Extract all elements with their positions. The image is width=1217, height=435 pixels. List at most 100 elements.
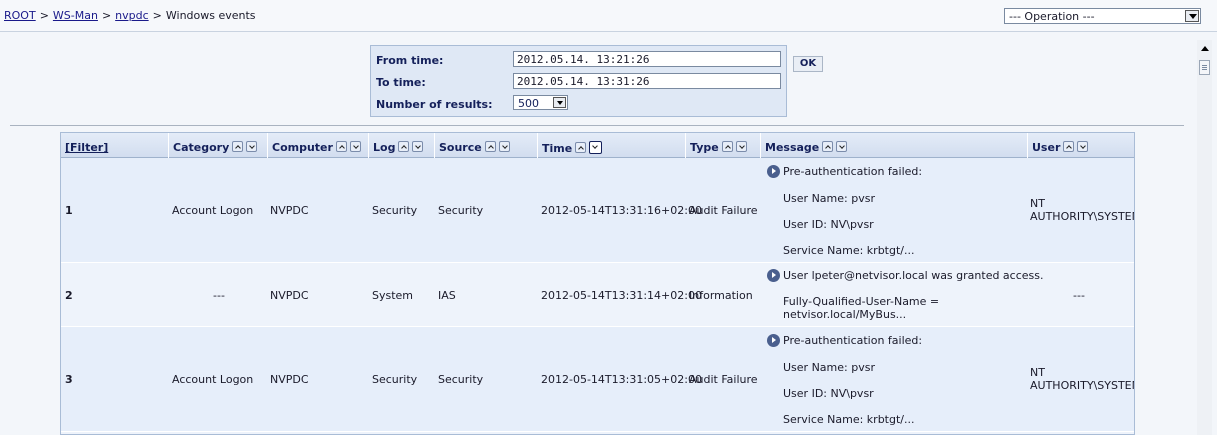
chevron-down-icon[interactable] — [1185, 10, 1199, 22]
vertical-scrollbar[interactable] — [1197, 40, 1212, 435]
user-cell-line: NT — [1030, 366, 1045, 379]
sort-asc-icon[interactable] — [721, 141, 733, 152]
column-label: User — [1032, 141, 1061, 154]
column-label: Source — [439, 141, 482, 154]
column-header-time: Time — [538, 133, 686, 158]
computer-cell: NVPDC — [270, 204, 309, 217]
category-cell: Account Logon — [172, 373, 254, 386]
column-label: Computer — [272, 141, 333, 154]
filter-header: [Filter] — [61, 133, 169, 158]
sort-asc-icon[interactable] — [335, 141, 347, 152]
computer-cell: NVPDC — [270, 373, 309, 386]
scroll-thumb[interactable] — [1199, 60, 1210, 75]
row-number: 3 — [65, 373, 73, 386]
column-header-type: Type — [686, 133, 761, 158]
breadcrumb-separator: > — [39, 9, 49, 22]
operation-select[interactable]: --- Operation --- — [1004, 8, 1201, 24]
log-cell: System — [372, 289, 414, 302]
results-label: Number of results: — [376, 98, 493, 111]
message-line: Service Name: krbtgt/... — [783, 413, 915, 426]
table-header: [Filter] Category Computer Log Source Ti… — [61, 133, 1134, 158]
sort-desc-icon[interactable] — [498, 141, 510, 152]
breadcrumb-wsman-link[interactable]: WS-Man — [53, 9, 98, 22]
sort-desc-icon[interactable] — [412, 141, 424, 152]
sort-desc-icon[interactable] — [1077, 141, 1089, 152]
chevron-down-icon[interactable] — [553, 97, 566, 108]
log-cell: Security — [372, 373, 418, 386]
results-select[interactable]: 500 — [513, 95, 568, 110]
table-row[interactable]: 3 Account Logon NVPDC Security Security … — [61, 327, 1134, 432]
sort-desc-icon[interactable] — [349, 141, 361, 152]
user-cell-line: AUTHORITY\SYSTEM — [1030, 210, 1135, 223]
source-cell: Security — [438, 373, 484, 386]
expand-arrow-icon[interactable] — [767, 334, 780, 347]
sort-desc-icon[interactable] — [735, 141, 747, 152]
sort-desc-icon[interactable] — [836, 141, 848, 152]
log-cell: Security — [372, 204, 418, 217]
filter-link[interactable]: [Filter] — [65, 141, 108, 154]
divider — [10, 125, 1184, 126]
time-cell: 2012-05-14T13:31:05+02:00 — [541, 373, 702, 386]
type-cell: Audit Failure — [689, 373, 758, 386]
column-header-computer: Computer — [268, 133, 369, 158]
breadcrumb-nvpdc-link[interactable]: nvpdc — [115, 9, 149, 22]
table-row[interactable]: --- 2 NVPDC System IAS 2012-05-14T13:31:… — [61, 263, 1134, 327]
scroll-up-arrow-icon[interactable] — [1201, 46, 1209, 51]
user-cell-line: NT — [1030, 197, 1045, 210]
message-line: Fully-Qualified-User-Name = — [783, 295, 940, 308]
message-line: Pre-authentication failed: — [783, 334, 923, 347]
ok-button[interactable]: OK — [793, 56, 823, 72]
from-time-label: From time: — [376, 54, 444, 67]
column-label: Message — [765, 141, 820, 154]
breadcrumb-root-link[interactable]: ROOT — [4, 9, 36, 22]
column-header-source: Source — [435, 133, 538, 158]
type-cell: Information — [689, 289, 753, 302]
from-time-input[interactable] — [513, 51, 781, 67]
breadcrumb-separator: > — [152, 9, 162, 22]
time-filter-panel: From time: To time: Number of results: 5… — [370, 45, 787, 117]
operation-select-value: --- Operation --- — [1009, 10, 1095, 23]
top-bar: ROOT > WS-Man > nvpdc > Windows events --- Ope… — [0, 0, 1217, 32]
sort-desc-icon[interactable] — [246, 141, 258, 152]
category-cell: --- — [213, 289, 225, 302]
row-number: 1 — [65, 204, 73, 217]
sort-desc-active-icon[interactable] — [589, 141, 603, 154]
message-line: User ID: NV\pvsr — [783, 387, 874, 400]
message-line: User Name: pvsr — [783, 361, 875, 374]
sort-asc-icon[interactable] — [575, 142, 587, 153]
expand-arrow-icon[interactable] — [767, 165, 780, 178]
message-line: netvisor.local/MyBus... — [783, 308, 907, 321]
type-cell: Audit Failure — [689, 204, 758, 217]
user-cell-line: --- — [1073, 289, 1085, 302]
sort-asc-icon[interactable] — [822, 141, 834, 152]
expand-arrow-icon[interactable] — [767, 269, 780, 282]
category-cell: Account Logon — [172, 204, 254, 217]
breadcrumb-separator: > — [101, 9, 112, 22]
to-time-label: To time: — [376, 76, 426, 89]
table-row[interactable]: 1 Account Logon NVPDC Security Security … — [61, 158, 1134, 263]
events-table: [Filter] Category Computer Log Source Ti… — [60, 132, 1135, 435]
sort-asc-icon[interactable] — [484, 141, 496, 152]
source-cell: Security — [438, 204, 484, 217]
message-line: Pre-authentication failed: — [783, 165, 923, 178]
column-header-message: Message — [761, 133, 1028, 158]
message-line: User lpeter@netvisor.local was granted a… — [783, 269, 1044, 282]
sort-asc-icon[interactable] — [1063, 141, 1075, 152]
column-label: Log — [373, 141, 396, 154]
column-header-category: Category — [169, 133, 268, 158]
row-number: 2 — [65, 289, 73, 302]
user-cell-line: AUTHORITY\SYSTEM — [1030, 379, 1135, 392]
breadcrumb: ROOT > WS-Man > nvpdc > Windows events — [4, 9, 256, 22]
column-label: Time — [542, 142, 573, 155]
column-label: Category — [173, 141, 230, 154]
sort-asc-icon[interactable] — [398, 141, 410, 152]
column-header-user: User — [1028, 133, 1134, 158]
source-cell: IAS — [438, 289, 456, 302]
sort-asc-icon[interactable] — [232, 141, 244, 152]
column-header-log: Log — [369, 133, 435, 158]
computer-cell: NVPDC — [270, 289, 309, 302]
to-time-input[interactable] — [513, 73, 781, 89]
breadcrumb-current: Windows events — [165, 9, 256, 22]
message-line: Service Name: krbtgt/... — [783, 244, 915, 257]
column-label: Type — [690, 141, 719, 154]
